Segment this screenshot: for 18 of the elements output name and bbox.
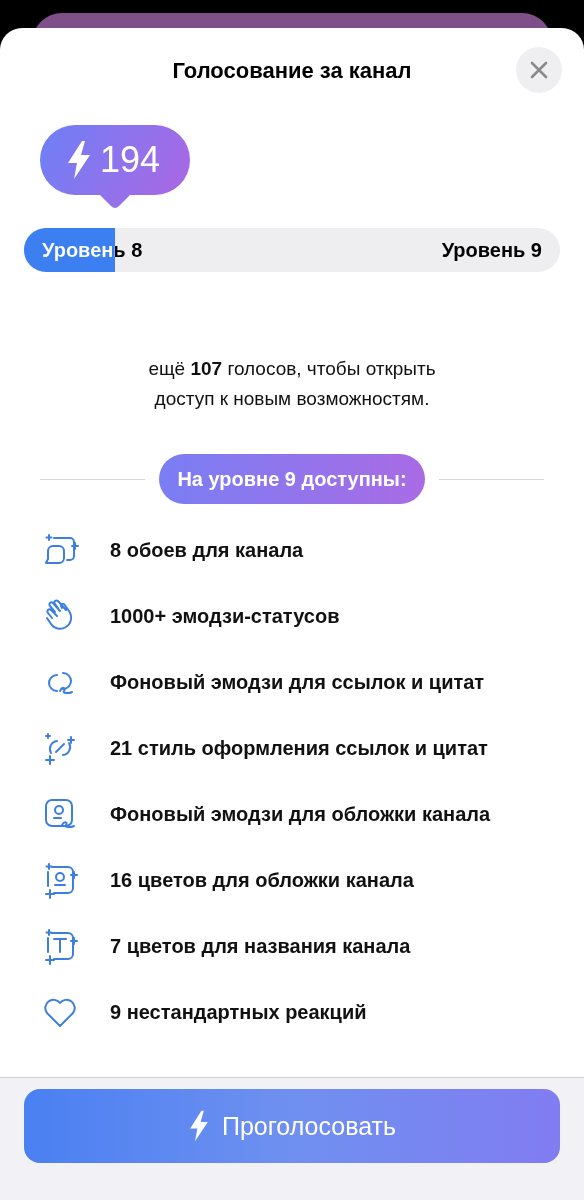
feature-label: 1000+ эмодзи-статусов — [110, 604, 340, 628]
sheet-title: Голосование за канал — [172, 58, 412, 84]
feature-label: 8 обоев для канала — [110, 538, 304, 562]
vote-button[interactable]: Проголосовать — [24, 1089, 560, 1163]
votes-needed-text: ещё 107 голосов, чтобы открыть доступ к новым возможностям. — [147, 357, 437, 411]
feature-label: 9 нестандартных реакций — [110, 1000, 367, 1024]
feature-label: Фоновый эмодзи для обложки канала — [110, 802, 491, 826]
close-icon — [529, 60, 549, 80]
next-level-label: Уровень 9 — [441, 238, 542, 262]
feature-label: 16 цветов для обложки канала — [110, 868, 414, 892]
close-button[interactable] — [516, 47, 562, 93]
boost-count: 194 — [99, 139, 161, 181]
feature-label: 21 стиль оформления ссылок и цитат — [110, 736, 488, 760]
lightning-icon — [65, 140, 92, 180]
feature-label: Фоновый эмодзи для ссылок и цитат — [110, 670, 485, 694]
feature-label: 7 цветов для названия канала — [110, 934, 411, 958]
section-header-pill: На уровне 9 доступны: — [159, 454, 425, 504]
lightning-icon — [188, 1110, 210, 1142]
